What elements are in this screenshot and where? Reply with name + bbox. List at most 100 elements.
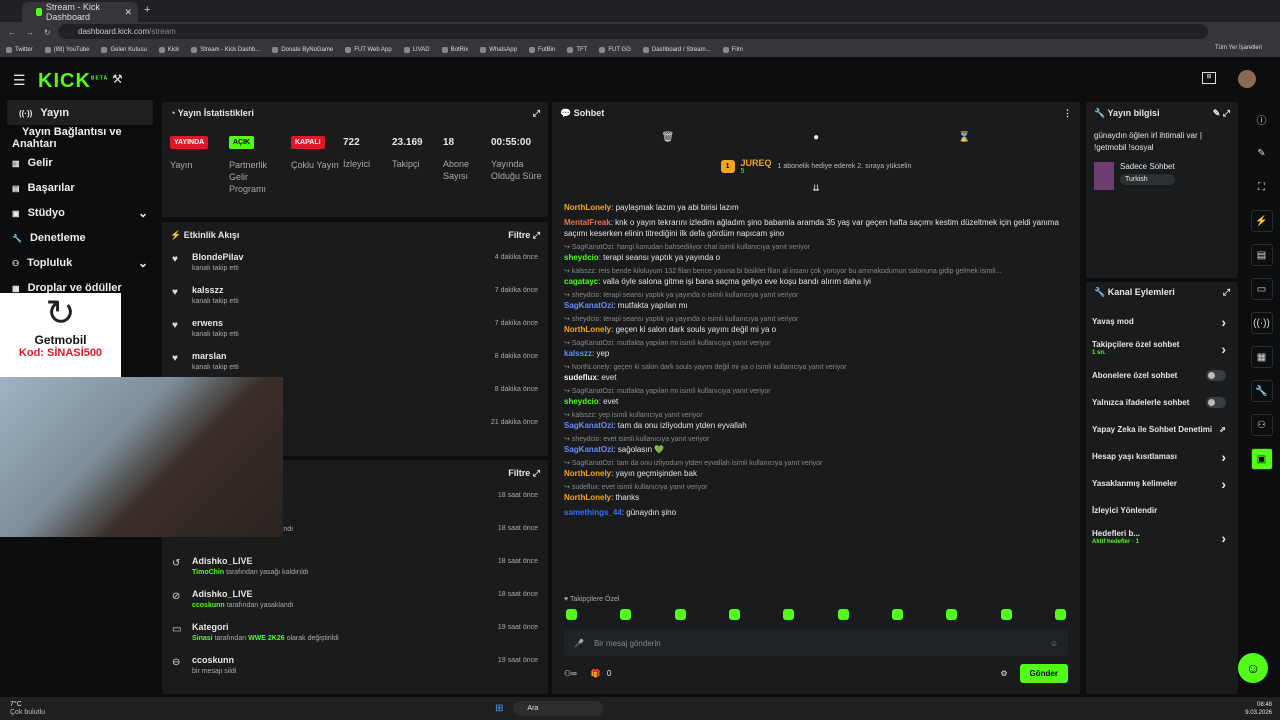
modlog-item[interactable]: ⊘ Adishko_LIVE ccoskunn tarafından yasakla…: [162, 585, 548, 618]
activity-item[interactable]: ♥ BlondePilav kanalı takip etti 4 dakika ön…: [162, 248, 548, 281]
emote-icon[interactable]: [946, 609, 958, 620]
bookmark[interactable]: LIVAD: [403, 46, 430, 53]
toggle-switch[interactable]: [1206, 397, 1226, 408]
emote-icon[interactable]: [566, 609, 577, 620]
points-icon[interactable]: ⚇∞: [564, 669, 577, 678]
channel-action[interactable]: Hedefleri b... Aktif hedefler · 1 ›: [1086, 524, 1238, 551]
chat-message[interactable]: sheydcio: terapi seansı yaptık ya yayınd…: [552, 252, 1080, 263]
chat-username[interactable]: NorthLonely: [564, 469, 611, 478]
chat-username[interactable]: MentalFreak: [564, 218, 611, 227]
chat-username[interactable]: SagKanatOzi: [564, 301, 613, 310]
collapse-icon[interactable]: ⇊: [552, 183, 1080, 194]
activity-item[interactable]: ♥ erwens kanalı takip etti 7 dakika önce: [162, 314, 548, 347]
chat-message[interactable]: cagatayc: valla öyle salona gitme işi ba…: [552, 276, 1080, 287]
modlog-item[interactable]: ⊖ ccoskunn bir mesajı sildi 19 saat önce: [162, 651, 548, 684]
external-link-icon[interactable]: ⇗: [1219, 425, 1226, 434]
info-icon[interactable]: ⓘ: [1251, 108, 1273, 130]
sidebar-item[interactable]: Yayın Bağlantısı ve Anahtarı: [0, 125, 160, 150]
emote-icon[interactable]: [891, 609, 903, 620]
expand-icon[interactable]: ⤢: [1223, 287, 1230, 298]
taskbar-search[interactable]: Ara: [513, 701, 604, 716]
forward-icon[interactable]: →: [26, 28, 34, 37]
channel-action[interactable]: Yavaş mod ›: [1086, 308, 1238, 335]
reply-context[interactable]: ↪ sheydcio: terapi seansı yaptık ya yayı…: [552, 315, 1080, 323]
sidebar-item[interactable]: ⚇ Topluluk ⌄: [0, 250, 160, 275]
more-icon[interactable]: ⋮: [1063, 108, 1072, 119]
edit-icon[interactable]: ✎: [1251, 142, 1273, 164]
close-tab-icon[interactable]: ✕: [124, 7, 132, 18]
chat-message[interactable]: NorthLonely: paylaşmak lazım ya abi biri…: [552, 202, 1080, 213]
expand-icon[interactable]: ⤢: [533, 108, 540, 119]
chevron-right-icon[interactable]: ›: [1221, 449, 1226, 465]
reply-context[interactable]: ↪ kalsszz: reis bende kiloluyum 132 fila…: [552, 267, 1080, 275]
emote-icon[interactable]: [728, 609, 740, 620]
channel-action[interactable]: Hesap yaşı kısıtlaması ›: [1086, 443, 1238, 470]
bookmark[interactable]: Donate ByNoGame: [272, 46, 333, 53]
emote-icon[interactable]: [1000, 609, 1012, 620]
clock[interactable]: 08:48 9.03.2026: [1245, 701, 1272, 717]
sidebar-item[interactable]: ▤ Başarılar: [0, 175, 160, 200]
kick-logo[interactable]: KICKBETA: [38, 70, 108, 93]
chat-message[interactable]: MentalFreak: knk o yayın tekrarını izled…: [552, 217, 1080, 239]
channel-action[interactable]: İzleyici Yönlendir: [1086, 497, 1238, 524]
bookmark[interactable]: Gelen Kutusu: [101, 46, 147, 53]
menu-icon[interactable]: ☰: [13, 72, 26, 89]
chat-username[interactable]: sheydcio: [564, 253, 599, 262]
activity-filter-button[interactable]: Filtre: [508, 230, 530, 240]
emote-icon[interactable]: [783, 609, 795, 620]
chat-message[interactable]: sheydcio: evet: [552, 396, 1080, 407]
chat-settings-icon[interactable]: ⚙: [1000, 669, 1007, 678]
chat-username[interactable]: NorthLonely: [564, 493, 611, 502]
reply-context[interactable]: ↪ sudeflux: evet isimli kullanıcıya yanı…: [552, 483, 1080, 491]
creator-icon[interactable]: ⊞: [1202, 72, 1216, 84]
chat-message[interactable]: SagKanatOzi: mutfakta yapılan mı: [552, 300, 1080, 311]
chat-message[interactable]: sudeflux: evet: [552, 372, 1080, 383]
chat-message[interactable]: NorthLonely: yayın geçmişinden bak: [552, 468, 1080, 479]
bookmark[interactable]: Stream - Kick Dashb...: [191, 46, 260, 53]
reply-context[interactable]: ↪ sheydcio: evet isimli kullanıcıya yanı…: [552, 435, 1080, 443]
chat-username[interactable]: NorthLonely: [564, 203, 611, 212]
chat-bubble-icon[interactable]: ●: [813, 132, 819, 143]
sidebar-item[interactable]: ▣ Stüdyo ⌄: [0, 200, 160, 225]
bookmark[interactable]: WhatsApp: [480, 46, 517, 53]
expand-icon[interactable]: ⤢: [533, 468, 540, 478]
reply-context[interactable]: ↪ SagKanatOzi: mutfakta yapılan mı isiml…: [552, 387, 1080, 395]
address-bar[interactable]: dashboard.kick.com/stream: [58, 24, 1208, 39]
send-button[interactable]: Gönder: [1019, 664, 1068, 683]
chat-username[interactable]: SagKanatOzi: [564, 421, 613, 430]
bookmark[interactable]: Film: [722, 46, 743, 53]
chat-username[interactable]: cagatayc: [564, 277, 598, 286]
reload-icon[interactable]: ↻: [44, 28, 51, 37]
toggle-switch[interactable]: [1206, 370, 1226, 381]
wrench-icon[interactable]: 🔧: [1250, 380, 1273, 402]
chat-username[interactable]: SagKanatOzi: [564, 445, 613, 454]
chat-message[interactable]: samethings_44: günaydın şino: [552, 507, 1080, 518]
browser-tab[interactable]: Stream - Kick Dashboard ✕: [22, 2, 138, 22]
game-icon[interactable]: ▣: [1250, 448, 1273, 470]
emote-icon[interactable]: [674, 609, 686, 620]
start-icon[interactable]: ⊞: [495, 703, 503, 714]
reply-context[interactable]: ↪ NorthLonely: geçen ki salon dark souls…: [552, 363, 1080, 371]
new-tab-icon[interactable]: +: [144, 4, 150, 16]
chat-message[interactable]: SagKanatOzi: tam da onu izliyodum ytden …: [552, 420, 1080, 431]
chat-username[interactable]: kalsszz: [564, 349, 592, 358]
channel-action[interactable]: Yapay Zeka ile Sohbet Denetimi ⇗: [1086, 416, 1238, 443]
sidebar-item[interactable]: 🔧 Denetleme: [0, 225, 160, 250]
chevron-right-icon[interactable]: ›: [1221, 476, 1226, 492]
chat-message[interactable]: kalsszz: yep: [552, 348, 1080, 359]
trash-icon[interactable]: 🗑: [661, 132, 674, 143]
modlog-item[interactable]: ▭ Kategori Sinasi tarafından WWE 2K26 olar…: [162, 618, 548, 651]
bookmark[interactable]: TFT: [567, 46, 587, 53]
chat-icon[interactable]: ▭: [1250, 278, 1273, 300]
chat-username[interactable]: sudeflux: [564, 373, 597, 382]
broadcast-icon[interactable]: ((·)): [1250, 312, 1273, 334]
modlog-filter-button[interactable]: Filtre: [508, 468, 530, 478]
channel-action[interactable]: Takipçilere özel sohbet 1 sn. ›: [1086, 335, 1238, 362]
reply-context[interactable]: ↪ SagKanatOzi: hangi konudan bahsediliyo…: [552, 243, 1080, 251]
channel-action[interactable]: Yalnızca ifadelerle sohbet: [1086, 389, 1238, 416]
chat-message[interactable]: NorthLonely: geçen ki salon dark souls y…: [552, 324, 1080, 335]
community-icon[interactable]: ⚇: [1250, 414, 1273, 436]
reply-context[interactable]: ↪ kalsszz: yep isimli kullanıcıya yanıt …: [552, 411, 1080, 419]
tools-icon[interactable]: ⚒: [112, 72, 123, 86]
expand-icon[interactable]: ⤢: [1223, 108, 1230, 118]
